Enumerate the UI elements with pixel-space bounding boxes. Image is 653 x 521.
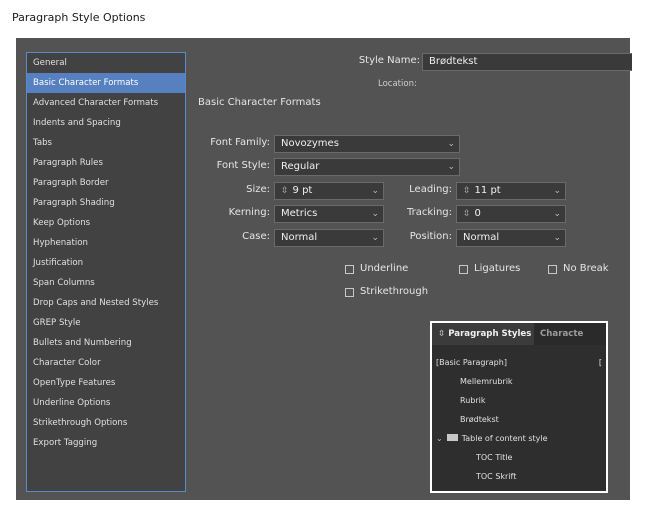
sidebar-item-hyphenation[interactable]: Hyphenation bbox=[27, 233, 185, 253]
dialog-body: General Basic Character Formats Advanced… bbox=[16, 38, 632, 500]
paragraph-styles-panel: ⇳ Paragraph Styles Characte [Basic Paragr… bbox=[430, 321, 608, 493]
sidebar-item-general[interactable]: General bbox=[27, 53, 185, 73]
sidebar-item-paragraph-border[interactable]: Paragraph Border bbox=[27, 173, 185, 193]
font-family-label: Font Family: bbox=[210, 137, 270, 148]
spinner-arrows-icon[interactable]: ⇳ bbox=[463, 186, 471, 196]
sidebar-item-justification[interactable]: Justification bbox=[27, 253, 185, 273]
leading-combo[interactable]: ⇳ 11 pt ⌄ bbox=[456, 182, 566, 200]
sidebar-item-character-color[interactable]: Character Color bbox=[27, 353, 185, 373]
tab-paragraph-styles[interactable]: ⇳ Paragraph Styles bbox=[432, 323, 534, 345]
section-title: Basic Character Formats bbox=[198, 97, 321, 108]
sidebar-item-strikethrough-options[interactable]: Strikethrough Options bbox=[27, 413, 185, 433]
sidebar-item-span-columns[interactable]: Span Columns bbox=[27, 273, 185, 293]
sidebar-item-tabs[interactable]: Tabs bbox=[27, 133, 185, 153]
dialog-title: Paragraph Style Options bbox=[12, 11, 146, 24]
chevron-down-icon: ⌄ bbox=[553, 209, 561, 219]
no-break-checkbox[interactable] bbox=[548, 265, 557, 274]
sidebar-item-grep-style[interactable]: GREP Style bbox=[27, 313, 185, 333]
sidebar-item-keep-options[interactable]: Keep Options bbox=[27, 213, 185, 233]
collapse-arrows-icon: ⇳ bbox=[438, 329, 446, 339]
position-label: Position: bbox=[409, 231, 452, 242]
size-label: Size: bbox=[246, 184, 270, 195]
chevron-down-icon: ⌄ bbox=[371, 186, 379, 196]
sidebar-item-paragraph-shading[interactable]: Paragraph Shading bbox=[27, 193, 185, 213]
sidebar-item-advanced-character-formats[interactable]: Advanced Character Formats bbox=[27, 93, 185, 113]
leading-label: Leading: bbox=[409, 184, 452, 195]
font-style-label: Font Style: bbox=[216, 160, 270, 171]
sidebar-item-opentype-features[interactable]: OpenType Features bbox=[27, 373, 185, 393]
panel-tabs: ⇳ Paragraph Styles Characte bbox=[432, 323, 606, 345]
chevron-down-icon: ⌄ bbox=[447, 139, 455, 149]
chevron-down-icon: ⌄ bbox=[447, 162, 455, 172]
sidebar-item-basic-character-formats[interactable]: Basic Character Formats bbox=[27, 73, 185, 93]
tracking-label: Tracking: bbox=[407, 207, 452, 218]
category-sidebar: General Basic Character Formats Advanced… bbox=[26, 52, 186, 492]
style-group-toc[interactable]: ⌄ Table of content style bbox=[436, 429, 548, 448]
style-item-basic-paragraph-label: [Basic Paragraph] bbox=[436, 358, 507, 367]
sidebar-item-export-tagging[interactable]: Export Tagging bbox=[27, 433, 185, 453]
position-value: Normal bbox=[463, 232, 500, 243]
sidebar-item-paragraph-rules[interactable]: Paragraph Rules bbox=[27, 153, 185, 173]
style-item-brodtekst[interactable]: Brødtekst bbox=[460, 410, 499, 429]
folder-icon bbox=[446, 434, 458, 441]
strikethrough-label[interactable]: Strikethrough bbox=[360, 286, 428, 297]
no-break-label[interactable]: No Break bbox=[563, 263, 609, 274]
sidebar-item-bullets-and-numbering[interactable]: Bullets and Numbering bbox=[27, 333, 185, 353]
style-item-toc-title[interactable]: TOC Title bbox=[476, 448, 512, 467]
sidebar-item-drop-caps[interactable]: Drop Caps and Nested Styles bbox=[27, 293, 185, 313]
chevron-down-icon: ⌄ bbox=[553, 186, 561, 196]
case-label: Case: bbox=[242, 231, 270, 242]
sidebar-item-indents-and-spacing[interactable]: Indents and Spacing bbox=[27, 113, 185, 133]
font-family-value: Novozymes bbox=[281, 138, 339, 149]
size-combo[interactable]: ⇳ 9 pt ⌄ bbox=[274, 182, 384, 200]
leading-value: 11 pt bbox=[474, 185, 501, 196]
underline-checkbox[interactable] bbox=[345, 265, 354, 274]
style-name-input[interactable]: Brødtekst bbox=[422, 53, 632, 71]
font-style-dropdown[interactable]: Regular ⌄ bbox=[274, 158, 460, 176]
ligatures-label[interactable]: Ligatures bbox=[474, 263, 520, 274]
style-item-basic-suffix: [ bbox=[598, 358, 602, 367]
case-value: Normal bbox=[281, 232, 318, 243]
style-group-toc-label: Table of content style bbox=[461, 434, 548, 443]
style-item-mellemrubrik[interactable]: Mellemrubrik bbox=[460, 372, 513, 391]
style-item-rubrik[interactable]: Rubrik bbox=[460, 391, 486, 410]
location-label: Location: bbox=[378, 79, 417, 89]
position-dropdown[interactable]: Normal ⌄ bbox=[456, 229, 566, 247]
kerning-label: Kerning: bbox=[228, 207, 270, 218]
tab-character-styles[interactable]: Characte bbox=[540, 323, 583, 345]
chevron-down-icon: ⌄ bbox=[371, 233, 379, 243]
kerning-value: Metrics bbox=[281, 208, 318, 219]
strikethrough-checkbox[interactable] bbox=[345, 288, 354, 297]
chevron-down-icon[interactable]: ⌄ bbox=[436, 434, 443, 443]
size-value: 9 pt bbox=[292, 185, 313, 196]
spinner-arrows-icon[interactable]: ⇳ bbox=[281, 186, 289, 196]
spinner-arrows-icon[interactable]: ⇳ bbox=[463, 209, 471, 219]
case-dropdown[interactable]: Normal ⌄ bbox=[274, 229, 384, 247]
style-item-toc-skrift[interactable]: TOC Skrift bbox=[476, 467, 516, 486]
tab-paragraph-styles-label: Paragraph Styles bbox=[448, 329, 532, 339]
style-item-basic-paragraph[interactable]: [Basic Paragraph] [ bbox=[436, 353, 602, 372]
chevron-down-icon: ⌄ bbox=[553, 233, 561, 243]
style-name-label: Style Name: bbox=[358, 55, 420, 66]
chevron-down-icon: ⌄ bbox=[371, 209, 379, 219]
kerning-dropdown[interactable]: Metrics ⌄ bbox=[274, 205, 384, 223]
underline-label[interactable]: Underline bbox=[360, 263, 408, 274]
ligatures-checkbox[interactable] bbox=[459, 265, 468, 274]
sidebar-item-underline-options[interactable]: Underline Options bbox=[27, 393, 185, 413]
tracking-combo[interactable]: ⇳ 0 ⌄ bbox=[456, 205, 566, 223]
font-family-dropdown[interactable]: Novozymes ⌄ bbox=[274, 135, 460, 153]
tracking-value: 0 bbox=[474, 208, 481, 219]
font-style-value: Regular bbox=[281, 161, 320, 172]
